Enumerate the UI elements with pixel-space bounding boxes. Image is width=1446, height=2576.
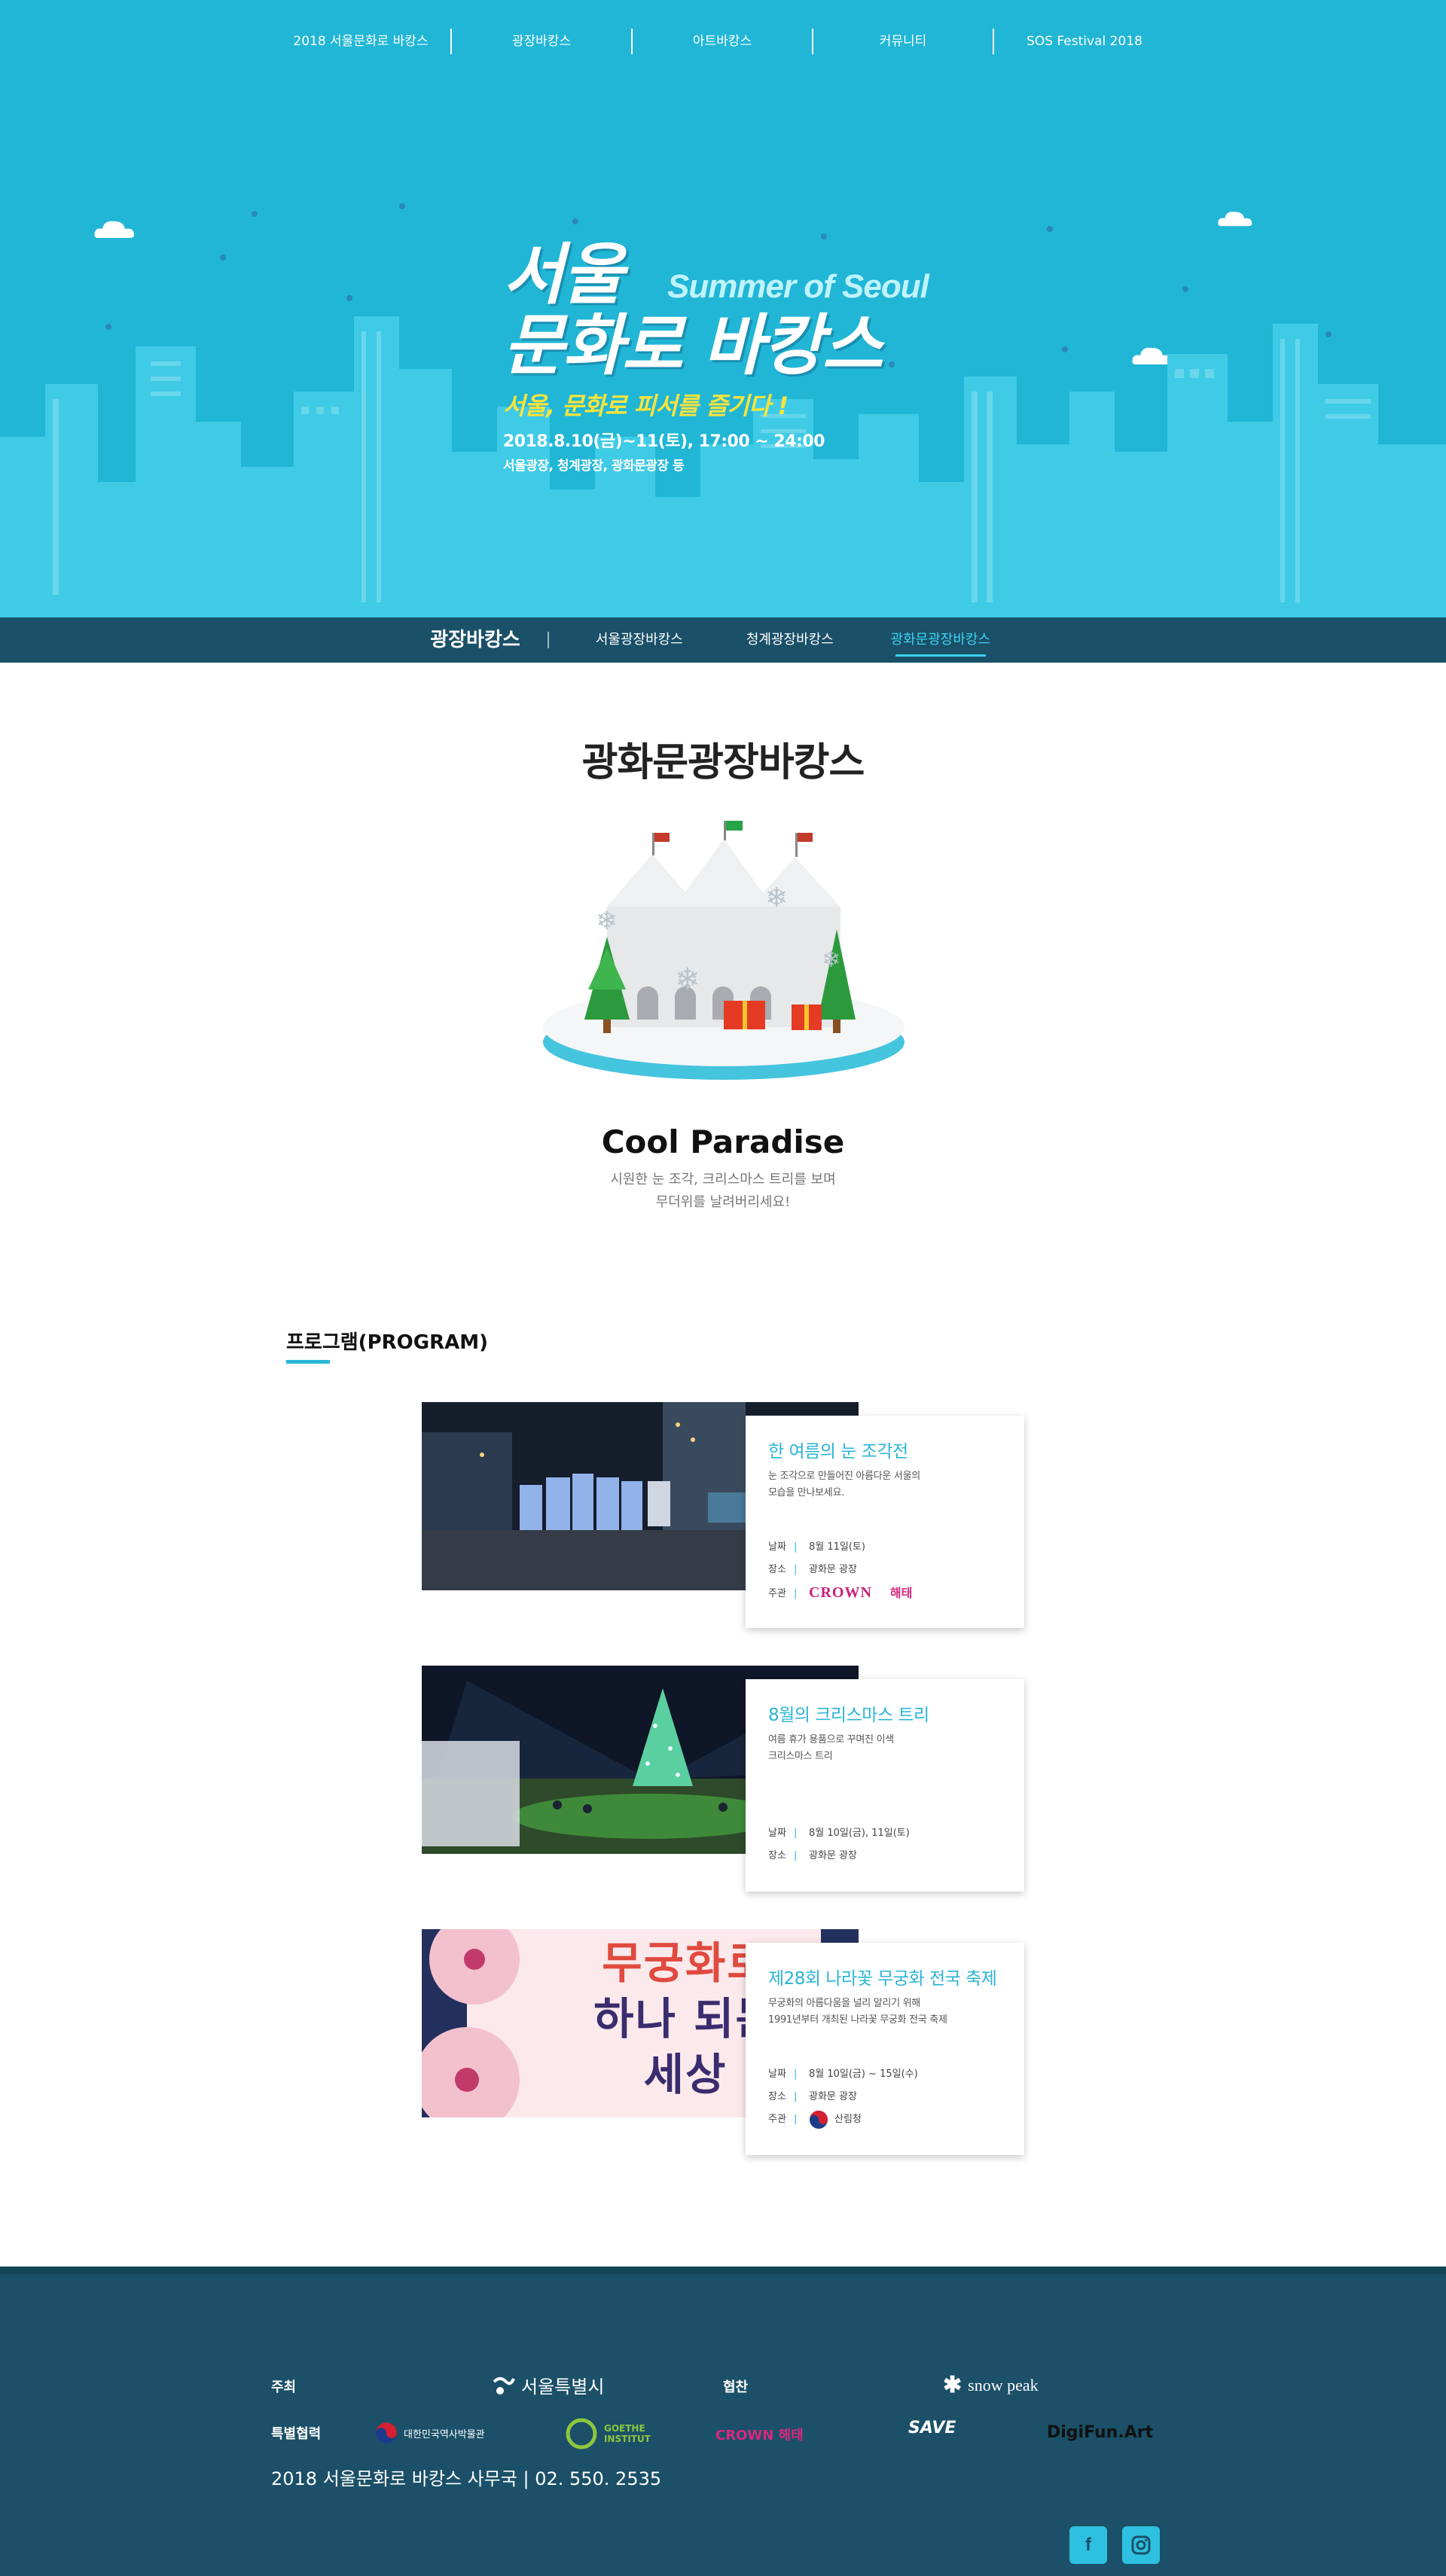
meta-divider: |	[794, 2114, 798, 2125]
top-nav-item[interactable]: 아트바캉스	[633, 29, 813, 54]
meta-value: 8월 11일(토)	[809, 1541, 865, 1553]
partner-logo-digifun: DigiFun.Art	[1047, 2423, 1153, 2442]
meta-divider: |	[794, 1828, 798, 1839]
haitai-logo: 해태	[889, 1586, 913, 1600]
title-line: 문화로 바캉스	[503, 306, 883, 384]
svg-text:❄: ❄	[822, 947, 840, 973]
seoul-symbol-icon	[493, 2376, 515, 2395]
meta-value: CROWN 해태	[809, 1581, 1002, 1606]
feature-title: Cool Paradise	[601, 1123, 845, 1160]
program-card[interactable]: 8월의 크리스마스 트리 여름 휴가 용품으로 꾸며진 이색 크리스마스 트리 …	[746, 1679, 1024, 1892]
festival-slogan: 서울, 문화로 피서를 즐기다 !	[503, 392, 789, 420]
program-meta-place: 장소 | 광화문 광장	[768, 1559, 1002, 1581]
meta-divider: |	[794, 1587, 798, 1599]
footer: 주최 서울특별시 협찬 ✱ snow peak 특별협력 대한민국역사박물관 G…	[0, 2267, 1446, 2576]
top-nav: 2018 서울문화로 바캉스 광장바캉스 아트바캉스 커뮤니티 SOS Fest…	[0, 29, 1446, 54]
hero-banner: 2018 서울문화로 바캉스 광장바캉스 아트바캉스 커뮤니티 SOS Fest…	[0, 0, 1446, 617]
museum-taegeuk-icon	[376, 2422, 397, 2443]
svg-text:❄: ❄	[596, 906, 618, 936]
host-logo-text: 서울특별시	[521, 2376, 605, 2398]
page-title: 광화문광장바캉스	[581, 740, 865, 785]
organizer-name: 산림청	[834, 2114, 862, 2125]
snowpeak-logo: ✱ snow peak	[943, 2372, 1039, 2398]
program-description: 무궁화의 아름다움을 널리 알리기 위해 1991년부터 개최된 나라꽃 무궁화…	[768, 1998, 947, 2026]
partner-name: SAVE	[908, 2419, 956, 2437]
meta-label: 날짜	[768, 1828, 786, 1839]
office-contact: 2018 서울문화로 바캉스 사무국 | 02. 550. 2535	[271, 2468, 662, 2489]
top-nav-item[interactable]: 커뮤니티	[813, 29, 994, 54]
sponsor-logo-text: snow peak	[968, 2375, 1039, 2395]
asterisk-icon: ✱	[943, 2373, 962, 2398]
program-title: 8월의 크리스마스 트리	[768, 1706, 929, 1725]
meta-label: 장소	[768, 1564, 786, 1575]
meta-label: 주관	[768, 1587, 786, 1599]
program-meta-date: 날짜 | 8월 10일(금) ~ 15일(수)	[768, 2063, 1002, 2086]
partner-logo-history-museum: 대한민국역사박물관	[375, 2422, 485, 2444]
meta-label: 주관	[768, 2114, 786, 2125]
festival-date: 2018.8.10(금)~11(토), 17:00 ~ 24:00	[503, 432, 825, 451]
host-label: 주최	[271, 2379, 297, 2395]
partner-name: CROWN 해태	[715, 2428, 804, 2443]
feature-description: 시원한 눈 조각, 크리스마스 트리를 보며 무더위를 날려버리세요!	[610, 1172, 836, 1210]
partner-name: DigiFun.Art	[1047, 2423, 1154, 2442]
meta-value: 광화문 광장	[809, 2091, 857, 2102]
program-meta-place: 장소 | 광화문 광장	[768, 2086, 1002, 2108]
festival-title-block: 서울 문화로 바캉스 Summer of Seoul 서울, 문화로 피서를 즐…	[503, 239, 970, 474]
program-meta-organizer: 주관 | 산림청	[768, 2108, 1002, 2131]
svg-text:❄: ❄	[765, 883, 788, 913]
meta-label: 날짜	[768, 2068, 786, 2080]
meta-divider: |	[794, 2091, 798, 2102]
meta-label: 장소	[768, 2091, 786, 2102]
meta-divider: |	[794, 1850, 798, 1861]
sub-nav-item-gwanghwamun-plaza[interactable]: 광화문광장바캉스	[865, 617, 1016, 663]
festival-place: 서울광장, 청계광장, 광화문광장 등	[503, 459, 685, 474]
meta-divider: |	[794, 1564, 798, 1575]
partner-logo-goethe: GOETHE INSTITUT	[565, 2417, 657, 2450]
program-description: 여름 휴가 용품으로 꾸며진 이색 크리스마스 트리	[768, 1734, 894, 1762]
sponsor-label: 협찬	[723, 2379, 749, 2395]
partner-logo-crown-haitai: CROWN 해태	[715, 2425, 804, 2444]
meta-value: 8월 10일(금), 11일(토)	[809, 1828, 910, 1839]
facebook-icon[interactable]: f	[1069, 2526, 1107, 2564]
snow-castle-illustration: ❄ ❄ ❄ ❄	[543, 821, 905, 1080]
sub-nav-item-seoul-plaza[interactable]: 서울광장바캉스	[564, 617, 715, 663]
festival-title-ko: 서울 문화로 바캉스	[503, 239, 970, 381]
top-nav-item[interactable]: 2018 서울문화로 바캉스	[271, 29, 452, 54]
program-title: 제28회 나라꽃 무궁화 전국 축제	[768, 1969, 997, 1989]
program-heading: 프로그램(PROGRAM)	[286, 1327, 488, 1364]
special-partner-label: 특별협력	[271, 2426, 322, 2442]
program-meta-place: 장소 | 광화문 광장	[768, 1845, 1002, 1867]
instagram-icon[interactable]	[1122, 2526, 1160, 2564]
program-title: 한 여름의 눈 조각전	[768, 1442, 908, 1462]
sub-nav-item-cheonggye-plaza[interactable]: 청계광장바캉스	[715, 617, 865, 663]
program-meta-date: 날짜 | 8월 10일(금), 11일(토)	[768, 1822, 1002, 1845]
meta-value: 8월 10일(금) ~ 15일(수)	[809, 2068, 918, 2080]
meta-value: 광화문 광장	[809, 1564, 857, 1575]
top-nav-item[interactable]: SOS Festival 2018	[994, 29, 1175, 54]
sub-nav: 광장바캉스 서울광장바캉스 청계광장바캉스 광화문광장바캉스	[0, 617, 1446, 663]
meta-divider: |	[794, 2068, 798, 2080]
top-nav-item[interactable]: 광장바캉스	[452, 29, 633, 54]
partner-logo-save: SAVE	[908, 2419, 956, 2437]
festival-title-en: Summer of Seoul	[667, 268, 929, 305]
program-card[interactable]: 제28회 나라꽃 무궁화 전국 축제 무궁화의 아름다움을 널리 알리기 위해 …	[746, 1943, 1024, 2155]
program-meta-organizer: 주관 | CROWN 해태	[768, 1581, 1002, 1606]
meta-divider: |	[794, 1541, 798, 1553]
meta-value: 광화문 광장	[809, 1850, 857, 1861]
seoul-city-logo: 서울특별시	[491, 2372, 604, 2398]
partner-name: 대한민국역사박물관	[404, 2428, 485, 2440]
meta-label: 장소	[768, 1850, 786, 1861]
program-card[interactable]: 한 여름의 눈 조각전 눈 조각으로 만들어진 아름다운 서울의 모습을 만나보…	[746, 1416, 1024, 1628]
meta-value: 산림청	[809, 2108, 1002, 2131]
korea-forest-service-logo	[810, 2111, 828, 2129]
program-meta-date: 날짜 | 8월 11일(토)	[768, 1536, 1002, 1559]
partner-name: GOETHE INSTITUT	[604, 2423, 651, 2444]
program-description: 눈 조각으로 만들어진 아름다운 서울의 모습을 만나보세요.	[768, 1471, 920, 1498]
crown-logo: CROWN	[809, 1584, 872, 1601]
goethe-ring-icon	[566, 2418, 597, 2449]
svg-text:❄: ❄	[675, 962, 700, 997]
sub-nav-title: 광장바캉스	[430, 630, 549, 650]
meta-label: 날짜	[768, 1541, 786, 1553]
